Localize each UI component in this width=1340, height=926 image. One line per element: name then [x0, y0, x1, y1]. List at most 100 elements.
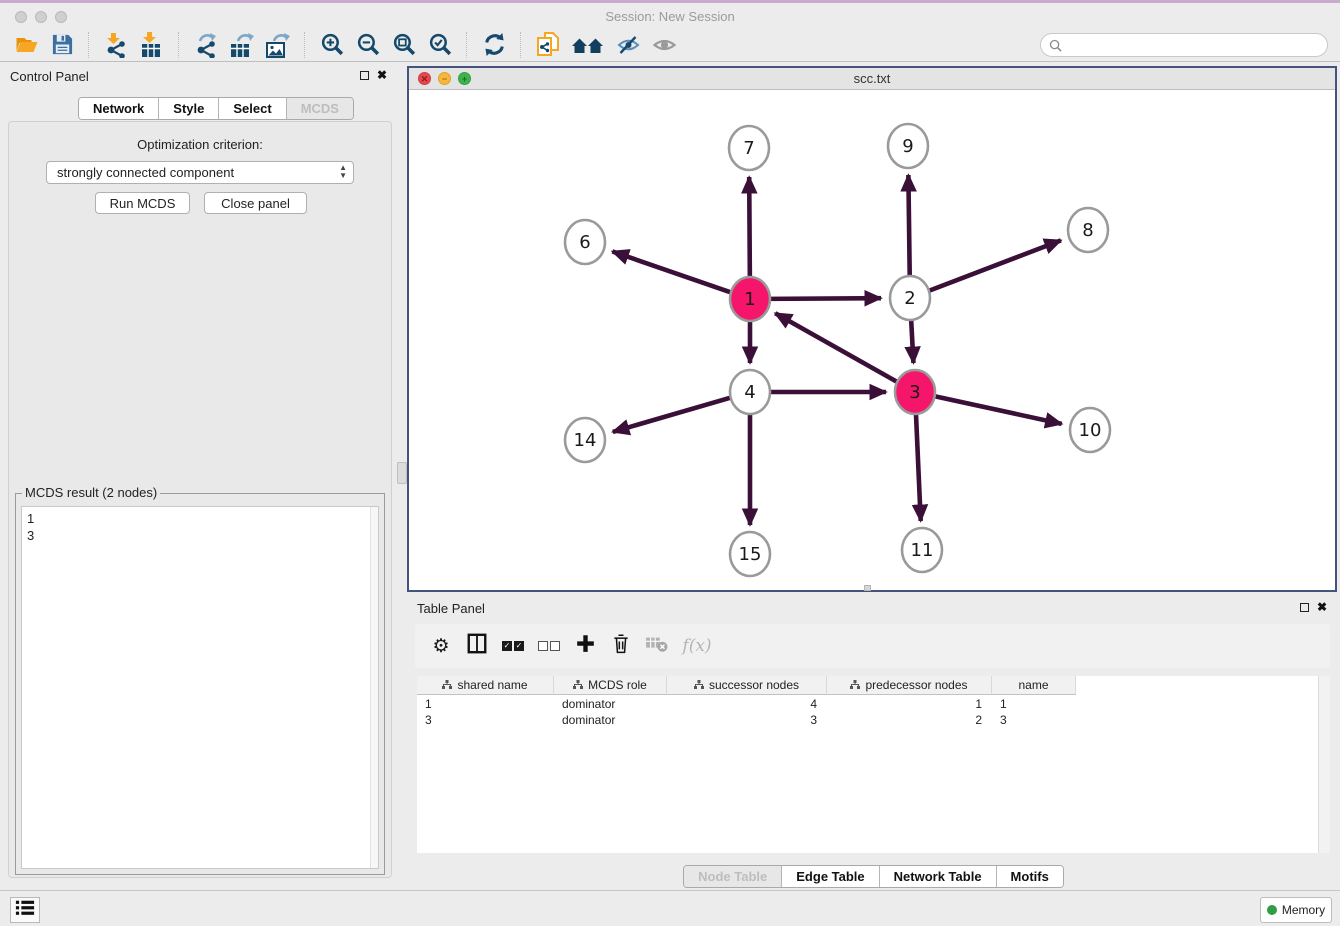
table-row[interactable]: 3dominator323	[417, 712, 1076, 728]
graph-node-2[interactable]: 2	[890, 276, 930, 320]
import-table-button[interactable]	[137, 31, 167, 59]
search-field[interactable]	[1040, 33, 1328, 57]
export-table-button[interactable]	[227, 31, 257, 59]
tab-motifs[interactable]: Motifs	[997, 866, 1063, 887]
table-cell[interactable]: 1	[827, 696, 992, 712]
hide-graphics-details-button[interactable]	[613, 31, 643, 59]
float-table-panel-icon[interactable]	[1300, 603, 1309, 612]
table-cell[interactable]: 3	[667, 712, 827, 728]
graph-edge-2-8[interactable]	[928, 240, 1061, 291]
panel-splitter[interactable]	[400, 62, 405, 890]
graph-node-14[interactable]: 14	[565, 418, 605, 462]
table-cell[interactable]: dominator	[554, 712, 667, 728]
clone-network-button[interactable]	[533, 31, 563, 59]
column-header-name[interactable]: name	[992, 676, 1076, 695]
tab-mcds[interactable]: MCDS	[287, 98, 353, 119]
close-panel-icon[interactable]: ✖	[377, 68, 387, 82]
graph-node-11[interactable]: 11	[902, 528, 942, 572]
zoom-fit-button[interactable]	[389, 31, 419, 59]
tab-edge-table[interactable]: Edge Table	[782, 866, 879, 887]
network-resize-handle[interactable]	[864, 585, 871, 591]
table-cell[interactable]: 1	[417, 696, 554, 712]
table-cell[interactable]: 1	[992, 696, 1076, 712]
show-graphics-details-button[interactable]	[649, 31, 679, 59]
select-all-button[interactable]: ✓✓	[500, 632, 526, 660]
graph-edge-3-1[interactable]	[775, 313, 898, 382]
run-mcds-button[interactable]: Run MCDS	[95, 192, 190, 214]
tab-node-table[interactable]: Node Table	[684, 866, 782, 887]
splitter-grip[interactable]	[397, 462, 407, 484]
zoom-in-button[interactable]	[317, 31, 347, 59]
unchecked-checkboxes-icon	[538, 641, 560, 651]
memory-button[interactable]: Memory	[1260, 897, 1332, 923]
export-image-button[interactable]	[263, 31, 293, 59]
column-label: predecessor nodes	[865, 678, 967, 692]
delete-row-button[interactable]	[608, 632, 634, 660]
sort-hierarchy-icon	[850, 680, 860, 690]
graph-node-10[interactable]: 10	[1070, 408, 1110, 452]
table-row[interactable]: 1dominator411	[417, 696, 1076, 712]
graph-node-4[interactable]: 4	[730, 370, 770, 414]
column-visibility-button[interactable]	[464, 632, 490, 660]
save-session-button[interactable]	[47, 31, 77, 59]
graph-edge-1-6[interactable]	[612, 251, 732, 292]
close-table-panel-icon[interactable]: ✖	[1317, 600, 1327, 614]
tab-network-table[interactable]: Network Table	[880, 866, 997, 887]
svg-text:7: 7	[743, 138, 754, 159]
zoom-selected-button[interactable]	[425, 31, 455, 59]
network-graph-canvas[interactable]: 7 9 6 8 1 2 4 3 14 10 15 11	[409, 90, 1335, 590]
apply-layout-button[interactable]	[569, 31, 607, 59]
graph-edge-3-11[interactable]	[916, 411, 921, 521]
deselect-all-button[interactable]	[536, 632, 562, 660]
graph-node-3[interactable]: 3	[895, 370, 935, 414]
tab-style[interactable]: Style	[159, 98, 219, 119]
control-panel-header: Control Panel ✖	[0, 66, 402, 90]
network-window-titlebar[interactable]: ✕ − + scc.txt	[409, 68, 1335, 90]
graph-edge-2-9[interactable]	[908, 175, 909, 279]
zoom-out-button[interactable]	[353, 31, 383, 59]
mcds-result-title: MCDS result (2 nodes)	[22, 485, 160, 500]
add-row-button[interactable]	[572, 632, 598, 660]
graph-node-6[interactable]: 6	[565, 220, 605, 264]
table-scrollbar[interactable]	[1318, 676, 1330, 853]
show-panels-button[interactable]	[10, 897, 40, 923]
table-tabbar: Node Table Edge Table Network Table Moti…	[407, 865, 1340, 887]
float-panel-icon[interactable]	[360, 71, 369, 80]
result-scrollbar[interactable]	[370, 507, 378, 868]
tab-select[interactable]: Select	[219, 98, 286, 119]
graph-node-1[interactable]: 1	[730, 277, 770, 321]
graph-edge-4-14[interactable]	[613, 397, 732, 432]
graph-node-15[interactable]: 15	[730, 532, 770, 576]
graph-edge-2-3[interactable]	[911, 317, 913, 363]
table-cell[interactable]: dominator	[554, 696, 667, 712]
graph-edge-1-2[interactable]	[769, 298, 881, 299]
mcds-result-textarea[interactable]: 1 3	[21, 506, 379, 869]
refresh-view-button[interactable]	[479, 31, 509, 59]
table-cell[interactable]: 3	[992, 712, 1076, 728]
column-header-MCDS-role[interactable]: MCDS role	[554, 676, 667, 695]
graph-node-7[interactable]: 7	[729, 126, 769, 170]
window-titlebar: Session: New Session	[0, 0, 1340, 28]
import-table-icon	[139, 32, 165, 58]
graph-node-9[interactable]: 9	[888, 124, 928, 168]
graph-node-8[interactable]: 8	[1068, 208, 1108, 252]
column-header-shared-name[interactable]: shared name	[417, 676, 554, 695]
table-settings-button[interactable]: ⚙	[428, 632, 454, 660]
apply-function-button[interactable]: f(x)	[680, 632, 714, 660]
column-header-predecessor-nodes[interactable]: predecessor nodes	[827, 676, 992, 695]
search-input[interactable]	[1067, 37, 1311, 53]
graph-edge-1-7[interactable]	[749, 177, 750, 280]
graph-edge-3-10[interactable]	[934, 396, 1062, 424]
delete-table-button[interactable]	[644, 632, 670, 660]
export-network-button[interactable]	[191, 31, 221, 59]
criterion-dropdown[interactable]: strongly connected component ▲▼	[46, 161, 354, 184]
tab-network[interactable]: Network	[79, 98, 159, 119]
import-network-button[interactable]	[101, 31, 131, 59]
column-header-successor-nodes[interactable]: successor nodes	[667, 676, 827, 695]
table-cell[interactable]: 2	[827, 712, 992, 728]
table-cell[interactable]: 3	[417, 712, 554, 728]
open-file-button[interactable]	[11, 31, 41, 59]
zoom-out-icon	[356, 32, 381, 57]
table-cell[interactable]: 4	[667, 696, 827, 712]
close-panel-button[interactable]: Close panel	[204, 192, 307, 214]
